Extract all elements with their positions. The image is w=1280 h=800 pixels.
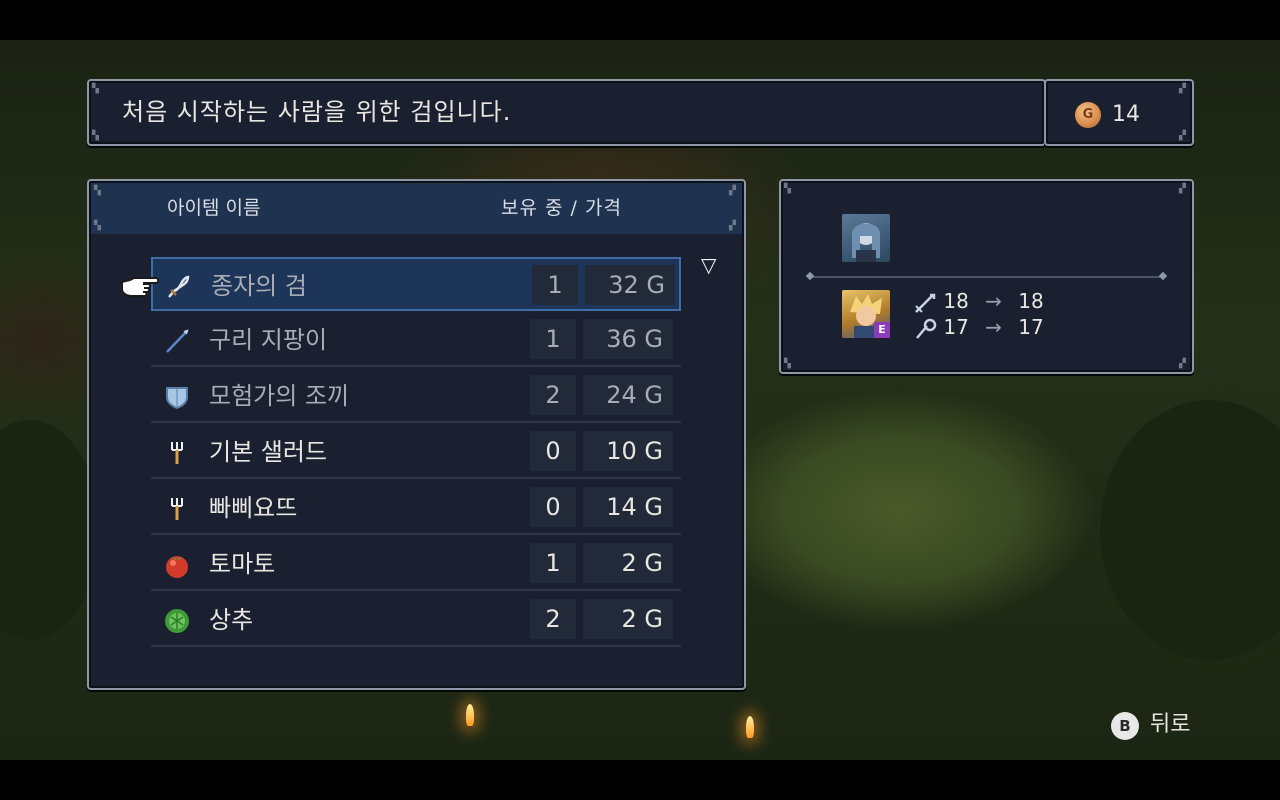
frame-ornament: ▞ — [1179, 131, 1186, 141]
stat-current: 17 — [943, 315, 969, 339]
pointing-hand-cursor-icon — [120, 274, 160, 300]
fork-icon — [163, 495, 191, 523]
staff-icon — [163, 327, 191, 355]
candle-flame — [466, 704, 474, 726]
attack-stat-row: 18 → 18 — [913, 288, 1054, 314]
item-name: 구리 지팡이 — [209, 326, 328, 354]
fork-icon — [163, 439, 191, 467]
item-row[interactable]: 빠삐요뜨 0 14 G — [151, 481, 681, 535]
frame-ornament: ▞ — [1179, 359, 1186, 369]
party-member-portrait[interactable] — [842, 214, 890, 262]
stat-new: 18 — [1018, 289, 1044, 313]
item-row-selected[interactable]: 종자의 검 1 32 G — [151, 257, 681, 311]
frame-ornament: ▚ — [92, 84, 99, 94]
frame-ornament: ▚ — [784, 359, 791, 369]
item-owned-count: 2 — [530, 599, 576, 639]
item-price: 2 G — [583, 599, 673, 639]
frame-ornament: ▞ — [1179, 184, 1186, 194]
equipped-badge-icon: E — [874, 322, 890, 338]
tree-canopy — [0, 420, 100, 640]
item-owned-count: 1 — [532, 265, 578, 305]
party-member-portrait[interactable]: E — [842, 290, 890, 338]
shield-icon — [163, 383, 191, 411]
lettuce-icon — [163, 607, 191, 635]
item-row[interactable]: 모험가의 조끼 2 24 G — [151, 369, 681, 423]
item-row[interactable]: 토마토 1 2 G — [151, 537, 681, 591]
stat-arrow-icon: → — [985, 315, 1002, 339]
gold-coin-icon: G — [1075, 102, 1101, 128]
item-description: 처음 시작하는 사람을 위한 검입니다. — [122, 98, 512, 126]
magic-stat-row: 17 → 17 — [913, 314, 1054, 340]
sword-icon — [165, 273, 193, 301]
column-header-name: 아이템 이름 — [167, 197, 261, 219]
back-label[interactable]: 뒤로 — [1150, 708, 1190, 742]
item-name: 종자의 검 — [211, 272, 307, 300]
tree-canopy — [1100, 400, 1280, 660]
item-price: 14 G — [583, 487, 673, 527]
item-price: 36 G — [583, 319, 673, 359]
item-price: 2 G — [583, 543, 673, 583]
b-button-icon[interactable]: B — [1111, 712, 1139, 740]
item-price: 24 G — [583, 375, 673, 415]
item-name: 상추 — [209, 606, 254, 634]
item-owned-count: 2 — [530, 375, 576, 415]
frame-ornament: ▞ — [729, 186, 736, 196]
item-description-panel: ▚ ▚ 처음 시작하는 사람을 위한 검입니다. — [87, 79, 1046, 146]
stat-new: 17 — [1018, 315, 1044, 339]
panel-divider — [807, 276, 1166, 278]
magic-staff-icon — [916, 318, 937, 339]
item-owned-count: 1 — [530, 543, 576, 583]
frame-ornament: ▚ — [92, 131, 99, 141]
gold-amount: 14 — [1112, 102, 1140, 127]
shop-item-list: ▚ ▚ ▞ ▞ 아이템 이름 보유 중 / 가격 ▽ 종자의 검 1 32 G … — [87, 179, 746, 690]
tomato-icon — [163, 551, 191, 579]
item-row[interactable]: 상추 2 2 G — [151, 593, 681, 647]
item-name: 모험가의 조끼 — [209, 382, 350, 410]
frame-ornament: ▚ — [94, 186, 101, 196]
stat-arrow-icon: → — [985, 289, 1002, 313]
item-owned-count: 1 — [530, 319, 576, 359]
item-name: 기본 샐러드 — [209, 438, 328, 466]
item-owned-count: 0 — [530, 487, 576, 527]
frame-ornament: ▞ — [729, 221, 736, 231]
item-price: 32 G — [585, 265, 675, 305]
candle-flame — [746, 716, 754, 738]
frame-ornament: ▚ — [94, 221, 101, 231]
frame-ornament: ▞ — [1179, 84, 1186, 94]
item-row[interactable]: 구리 지팡이 1 36 G — [151, 313, 681, 367]
item-owned-count: 0 — [530, 431, 576, 471]
stat-current: 18 — [943, 289, 969, 313]
list-header: ▚ ▚ ▞ ▞ 아이템 이름 보유 중 / 가격 — [91, 183, 742, 234]
item-name: 빠삐요뜨 — [209, 494, 298, 522]
frame-ornament: ▚ — [784, 184, 791, 194]
column-header-owned-price: 보유 중 / 가격 — [501, 197, 622, 219]
item-price: 10 G — [583, 431, 673, 471]
item-row[interactable]: 기본 샐러드 0 10 G — [151, 425, 681, 479]
scroll-down-indicator[interactable]: ▽ — [701, 253, 716, 277]
item-name: 토마토 — [209, 550, 276, 578]
attack-sword-icon — [915, 293, 936, 313]
gold-panel: ▞ ▞ G 14 — [1044, 79, 1194, 146]
party-comparison-panel: ▚ ▚ ▞ ▞ E 18 → 18 17 → 17 — [779, 179, 1194, 374]
